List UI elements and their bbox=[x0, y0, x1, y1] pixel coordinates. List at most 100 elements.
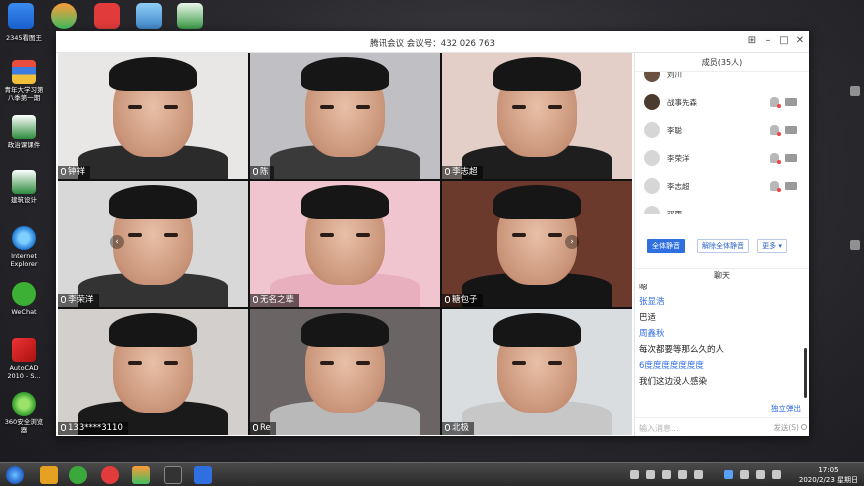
taskbar-avatar-icon[interactable] bbox=[164, 466, 182, 484]
taskbar: 17:05 2020/2/23 星期日 bbox=[0, 462, 864, 486]
desktop-gadget-icon[interactable] bbox=[850, 240, 860, 250]
window-titlebar[interactable]: 腾讯会议 会议号：432 026 763 ⊞ – □ ✕ bbox=[56, 31, 809, 53]
tray-icon[interactable] bbox=[678, 470, 687, 479]
video-tile[interactable]: 糖包子 bbox=[442, 181, 632, 307]
desktop-shortcut-3[interactable]: 建筑设计 bbox=[2, 170, 46, 204]
tray-icon[interactable] bbox=[662, 470, 671, 479]
desktop-shortcuts: 2345看图王 青年大学习第八季第一期 政治课课件 建筑设计 Internet … bbox=[0, 0, 56, 462]
start-button[interactable] bbox=[6, 466, 24, 484]
member-list[interactable]: 刘川 战事先森 李聪 李荣洋 李志超 bbox=[635, 72, 809, 232]
desktop-shortcut-7[interactable]: 360安全浏览器 bbox=[2, 392, 46, 434]
desktop-shortcut-5[interactable]: WeChat bbox=[2, 282, 46, 316]
camera-icon[interactable] bbox=[785, 98, 797, 106]
video-tile[interactable]: 133****3110 bbox=[58, 309, 248, 435]
video-tile[interactable]: 李志超 bbox=[442, 53, 632, 179]
camera-icon[interactable] bbox=[785, 154, 797, 162]
video-tile[interactable]: Re bbox=[250, 309, 440, 435]
participant-name-tag: 李志超 bbox=[442, 166, 483, 179]
taskbar-g-icon[interactable] bbox=[40, 466, 58, 484]
video-tile[interactable]: 李荣洋 bbox=[58, 181, 248, 307]
next-page-arrow[interactable]: › bbox=[565, 235, 579, 249]
volume-icon[interactable] bbox=[772, 470, 781, 479]
desktop-shortcut-6[interactable]: AutoCAD 2010 - S... bbox=[2, 338, 46, 380]
mic-muted-icon[interactable] bbox=[770, 153, 781, 164]
send-button[interactable]: 发送(S) bbox=[773, 422, 799, 433]
meeting-window: 腾讯会议 会议号：432 026 763 ⊞ – □ ✕ 钟祥陈李志超 李荣洋 无名… bbox=[56, 31, 809, 436]
member-row[interactable]: 刘川 bbox=[635, 72, 809, 88]
desktop-shortcut-4[interactable]: Internet Explorer bbox=[2, 226, 46, 268]
video-tile[interactable]: 无名之辈 bbox=[250, 181, 440, 307]
mic-muted-icon[interactable] bbox=[770, 97, 781, 108]
video-tile[interactable]: 北极 bbox=[442, 309, 632, 435]
chat-sender: 张显浩 bbox=[639, 297, 665, 307]
computer-icon[interactable] bbox=[136, 3, 162, 29]
taskbar-360-icon[interactable] bbox=[69, 466, 87, 484]
chat-input-placeholder[interactable]: 输入消息... bbox=[639, 423, 679, 434]
member-row[interactable]: 战事先森 bbox=[635, 88, 809, 116]
desktop-shortcut-0[interactable]: 2345看图王 bbox=[2, 34, 46, 42]
participant-name: 陈 bbox=[260, 167, 269, 177]
chat-message: 我们这边没人感染 bbox=[639, 377, 708, 387]
bluetooth-icon[interactable] bbox=[724, 470, 733, 479]
avatar bbox=[644, 206, 660, 214]
participant-eye bbox=[164, 233, 178, 237]
close-button[interactable]: ✕ bbox=[794, 35, 806, 47]
participant-name: 李志超 bbox=[452, 167, 478, 177]
member-name: 邓雨 bbox=[667, 209, 682, 214]
mic-muted-icon[interactable] bbox=[770, 125, 781, 136]
minimize-button[interactable]: – bbox=[762, 35, 774, 47]
member-actions: 全体静音 解除全体静音 更多 ▾ bbox=[635, 239, 809, 255]
desktop-gadget-icon[interactable] bbox=[850, 86, 860, 96]
video-tile[interactable]: 陈 bbox=[250, 53, 440, 179]
tray-icon[interactable] bbox=[646, 470, 655, 479]
chat-message: 每次都要等那么久的人 bbox=[639, 345, 725, 355]
tray-icon[interactable] bbox=[630, 470, 639, 479]
taskbar-clock[interactable]: 17:05 2020/2/23 星期日 bbox=[799, 465, 858, 485]
tray-icon[interactable] bbox=[694, 470, 703, 479]
desktop-shortcut-2[interactable]: 政治课课件 bbox=[2, 115, 46, 149]
member-row[interactable]: 李聪 bbox=[635, 116, 809, 144]
chat-scrollbar[interactable] bbox=[804, 348, 807, 398]
participant-name-tag: 133****3110 bbox=[58, 422, 128, 435]
360-browser-icon bbox=[12, 392, 36, 416]
video-tile[interactable]: 钟祥 bbox=[58, 53, 248, 179]
popout-link[interactable]: 独立弹出 bbox=[771, 403, 801, 414]
excel-file-icon[interactable] bbox=[177, 3, 203, 29]
camera-icon[interactable] bbox=[785, 182, 797, 190]
unmute-all-button[interactable]: 解除全体静音 bbox=[697, 239, 749, 253]
member-row[interactable]: 邓雨 bbox=[635, 200, 809, 214]
chat-messages[interactable]: 嗯 张显浩 巴适 周鑫秋 每次都要等那么久的人 6度度度度度度度 我们这边没人感… bbox=[639, 284, 799, 399]
clock-date: 2020/2/23 星期日 bbox=[798, 476, 858, 484]
desktop-shortcut-1[interactable]: 青年大学习第八季第一期 bbox=[2, 60, 46, 102]
pin-icon[interactable]: ⊞ bbox=[746, 35, 758, 47]
participant-name: 糖包子 bbox=[452, 295, 478, 305]
tray-icon[interactable] bbox=[740, 470, 749, 479]
mute-all-button[interactable]: 全体静音 bbox=[647, 239, 685, 253]
participant-name-tag: 无名之辈 bbox=[250, 294, 300, 307]
taskbar-music-icon[interactable] bbox=[101, 466, 119, 484]
taskbar-video-icon[interactable] bbox=[132, 466, 150, 484]
network-icon[interactable] bbox=[756, 470, 765, 479]
member-row[interactable]: 李志超 bbox=[635, 172, 809, 200]
chat-input-area[interactable]: 输入消息... 发送(S) bbox=[635, 417, 809, 436]
mic-muted-icon[interactable] bbox=[770, 181, 781, 192]
participant-hair bbox=[301, 185, 389, 219]
participant-eye bbox=[164, 361, 178, 365]
avatar bbox=[644, 72, 660, 82]
members-header: 成员(35人) bbox=[635, 53, 809, 72]
prev-page-arrow[interactable]: ‹ bbox=[110, 235, 124, 249]
chat-sender: 周鑫秋 bbox=[639, 329, 665, 339]
camera-icon[interactable] bbox=[785, 126, 797, 134]
member-row[interactable]: 李荣洋 bbox=[635, 144, 809, 172]
participant-name: Re bbox=[260, 423, 271, 433]
taskbar-tencent-meeting-icon[interactable] bbox=[194, 466, 212, 484]
emoji-icon[interactable] bbox=[801, 424, 807, 430]
participant-name: 钟祥 bbox=[68, 167, 86, 177]
netease-music-icon[interactable] bbox=[94, 3, 120, 29]
participant-eye bbox=[548, 233, 562, 237]
more-button[interactable]: 更多 ▾ bbox=[757, 239, 787, 253]
maximize-button[interactable]: □ bbox=[778, 35, 790, 47]
participant-name: 李荣洋 bbox=[68, 295, 94, 305]
member-name: 刘川 bbox=[667, 72, 682, 79]
participant-hair bbox=[301, 57, 389, 91]
